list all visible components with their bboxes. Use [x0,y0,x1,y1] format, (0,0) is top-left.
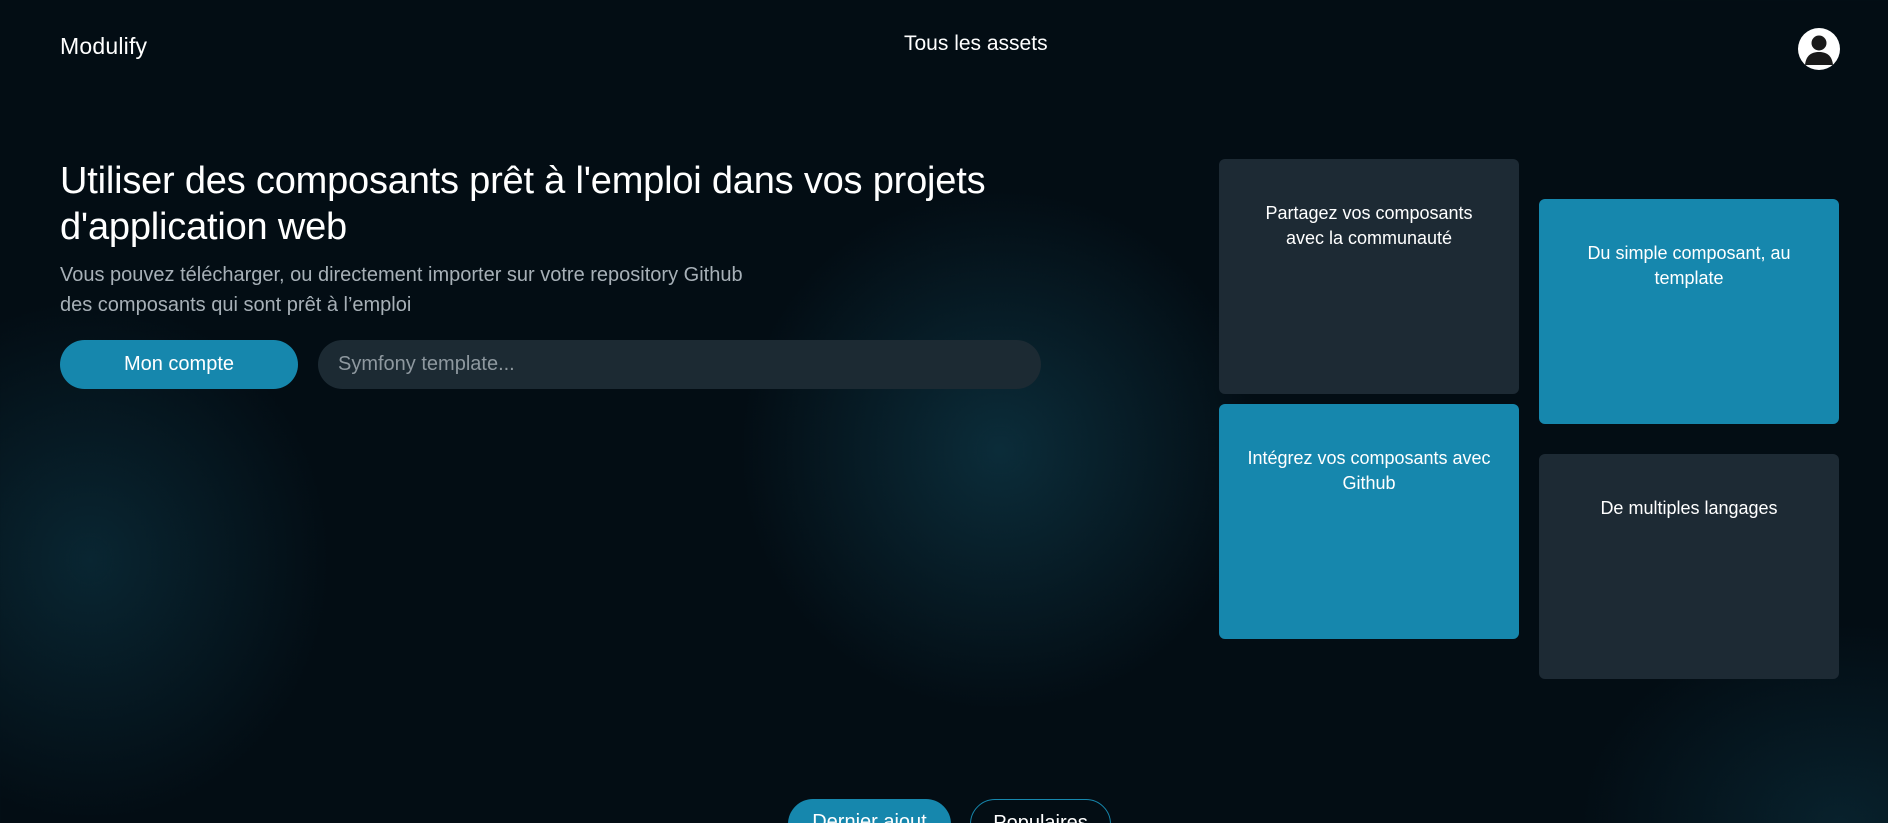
hero-subtitle-line-2: des composants qui sont prêt à l’emploi [60,294,412,316]
feature-card-text: Du simple composant, au template [1587,243,1791,288]
user-silhouette-icon [1805,35,1833,65]
feature-card-text: De multiples langages [1600,498,1778,518]
feature-card-text: Intégrez vos composants avec Github [1247,448,1491,493]
feature-card-github: Intégrez vos composants avec Github [1219,404,1519,639]
hero-title: Utiliser des composants prêt à l'emploi … [60,160,986,248]
hero-subtitle: Vous pouvez télécharger, ou directement … [60,260,820,320]
search-input[interactable] [318,340,1041,389]
tab-latest[interactable]: Dernier ajout [788,799,951,823]
user-avatar-icon[interactable] [1798,28,1840,70]
my-account-button[interactable]: Mon compte [60,340,298,389]
top-header: Modulify Tous les assets [0,0,1888,95]
hero-subtitle-line-1: Vous pouvez télécharger, ou directement … [60,264,743,286]
feature-card-text: Partagez vos composants avec la communau… [1265,203,1473,248]
nav-link-all-assets[interactable]: Tous les assets [904,32,1048,56]
feature-card-languages: De multiples langages [1539,454,1839,679]
tab-popular[interactable]: Populaires [970,799,1111,823]
logo[interactable]: Modulify [60,33,147,60]
feature-card-share: Partagez vos composants avec la communau… [1219,159,1519,394]
feature-card-template: Du simple composant, au template [1539,199,1839,424]
